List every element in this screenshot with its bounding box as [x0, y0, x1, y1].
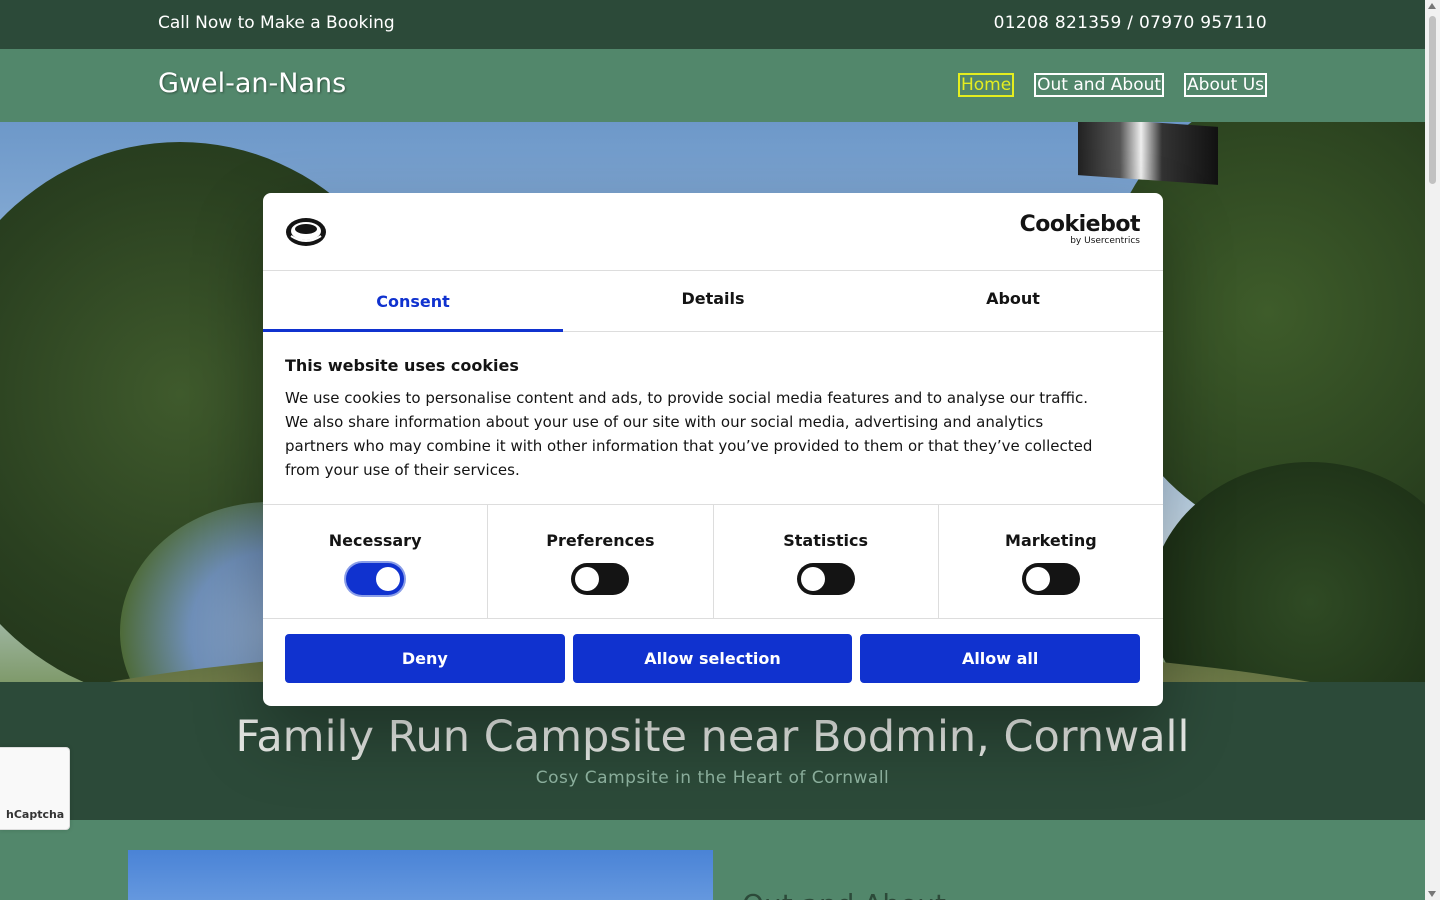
preferences-toggle[interactable] [571, 563, 630, 595]
allow-selection-button[interactable]: Allow selection [572, 634, 853, 683]
dialog-heading: This website uses cookies [285, 356, 519, 375]
toggle-knob [575, 567, 600, 591]
nav-link-out-and-about[interactable]: Out and About [1034, 73, 1165, 97]
toggle-knob [800, 567, 825, 591]
page-subtitle: Cosy Campsite in the Heart of Cornwall [535, 768, 890, 788]
scrollbar-thumb[interactable] [1429, 16, 1436, 184]
section-heading: Out and About [742, 888, 946, 900]
dialog-body: This website uses cookies We use cookies… [285, 356, 1095, 482]
category-label: Statistics [783, 531, 868, 550]
main-navbar: Gwel-an-Nans Home Out and About About Us [0, 49, 1425, 122]
toggle-knob [376, 567, 401, 591]
dialog-description: We use cookies to personalise content an… [285, 389, 1093, 479]
tab-consent[interactable]: Consent [263, 271, 563, 332]
nav-link-home[interactable]: Home [957, 73, 1015, 97]
scroll-up-icon[interactable] [1428, 3, 1436, 9]
top-contact-bar: Call Now to Make a Booking 01208 821359 … [0, 0, 1425, 49]
cookie-categories: Necessary Preferences Statistics Marketi… [263, 504, 1163, 619]
dialog-header: Cookiebot by Usercentrics [263, 193, 1163, 271]
cookie-logo-icon [286, 218, 326, 246]
statistics-toggle[interactable] [796, 563, 855, 595]
allow-all-button[interactable]: Allow all [860, 634, 1141, 683]
necessary-toggle[interactable] [346, 563, 405, 595]
phone-numbers[interactable]: 01208 821359 / 07970 957110 [994, 13, 1267, 33]
booking-cta: Call Now to Make a Booking [158, 13, 395, 33]
site-brand[interactable]: Gwel-an-Nans [158, 68, 346, 99]
cookiebot-brand-sub: by Usercentrics [1070, 236, 1140, 246]
cookiebot-logo[interactable]: Cookiebot by Usercentrics [1019, 212, 1141, 247]
category-preferences: Preferences [488, 505, 714, 618]
deny-button[interactable]: Deny [285, 634, 565, 683]
nav-links: Home Out and About About Us [957, 73, 1267, 97]
page-scrollbar[interactable] [1425, 0, 1440, 900]
out-and-about-image [128, 850, 713, 900]
hcaptcha-label: hCaptcha [6, 808, 65, 821]
cookie-consent-dialog: Cookiebot by Usercentrics Consent Detail… [263, 193, 1163, 706]
marketing-toggle[interactable] [1021, 563, 1080, 595]
category-label: Preferences [546, 531, 655, 550]
category-label: Marketing [1005, 531, 1097, 550]
hcaptcha-badge[interactable]: hCaptcha [0, 747, 70, 830]
tab-about[interactable]: About [863, 271, 1163, 331]
flag-image [1078, 122, 1218, 185]
tab-details[interactable]: Details [563, 271, 863, 331]
nav-link-about-us[interactable]: About Us [1184, 73, 1267, 97]
category-marketing: Marketing [939, 505, 1163, 618]
dialog-tabs: Consent Details About [263, 271, 1163, 332]
cookiebot-brand: Cookiebot [1019, 212, 1141, 237]
category-necessary: Necessary [263, 505, 489, 618]
page-title: Family Run Campsite near Bodmin, Cornwal… [235, 712, 1190, 762]
toggle-knob [1025, 567, 1050, 591]
category-label: Necessary [328, 531, 422, 550]
scroll-down-icon[interactable] [1428, 891, 1436, 897]
category-statistics: Statistics [714, 505, 939, 618]
dialog-buttons: Deny Allow selection Allow all [285, 634, 1141, 683]
